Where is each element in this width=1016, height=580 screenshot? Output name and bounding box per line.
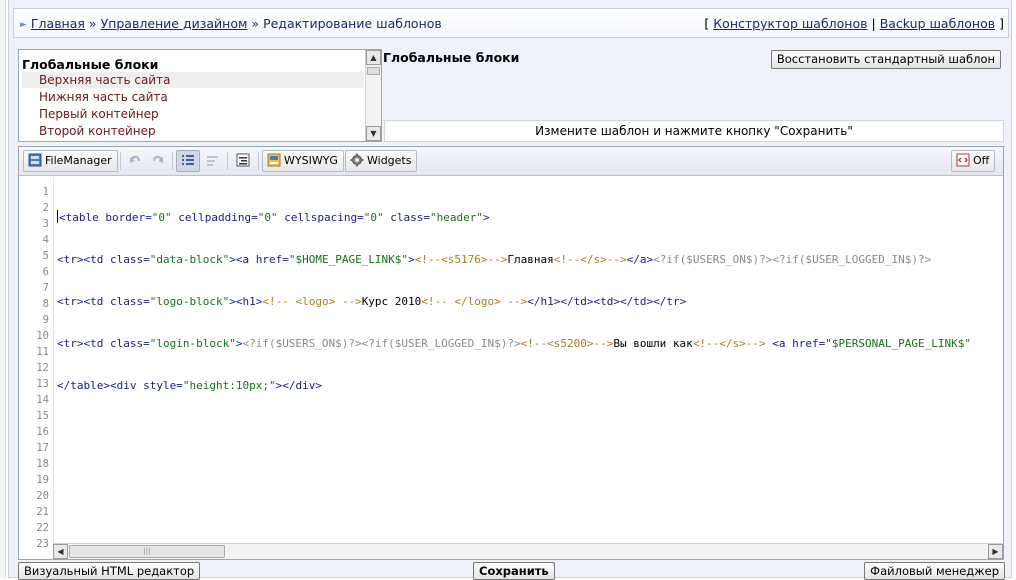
link-divider: | bbox=[871, 16, 876, 31]
gutter-divider bbox=[53, 177, 54, 543]
line-number: 19 bbox=[36, 474, 49, 486]
line-number: 20 bbox=[36, 490, 49, 502]
line-number: 10 bbox=[36, 330, 49, 342]
scroll-up-icon[interactable]: ▲ bbox=[366, 50, 381, 65]
breadcrumb-separator: » bbox=[251, 16, 260, 31]
block-item-container-1[interactable]: Первый контейнер bbox=[22, 106, 364, 122]
scroll-right-icon[interactable]: ▶ bbox=[988, 544, 1003, 559]
word-wrap-icon bbox=[207, 156, 218, 166]
line-number: 16 bbox=[36, 426, 49, 438]
breadcrumb-home-link[interactable]: Главная bbox=[31, 16, 85, 31]
code-off-icon bbox=[956, 153, 970, 167]
breadcrumb-separator: » bbox=[88, 16, 97, 31]
line-number: 22 bbox=[36, 522, 49, 534]
gear-icon bbox=[350, 153, 364, 167]
line-number: 3 bbox=[42, 218, 49, 230]
redo-icon bbox=[153, 155, 163, 163]
wysiwyg-label: WYSIWYG bbox=[284, 154, 338, 167]
breadcrumb-current: Редактирование шаблонов bbox=[263, 16, 442, 31]
block-item-top[interactable]: Верхняя часть сайта bbox=[22, 72, 364, 88]
breadcrumb-arrow-icon: ► bbox=[20, 20, 27, 30]
code-line: <tr><td class="logo-block"><h1><!-- <log… bbox=[57, 295, 687, 308]
editor-off-label: Off bbox=[973, 154, 990, 167]
line-number: 21 bbox=[36, 506, 49, 518]
line-number-gutter: 1 2 3 4 5 6 7 8 9 10 11 12 13 14 15 16 17 18 19 20 21 22 23 bbox=[19, 184, 53, 550]
toolbar-separator bbox=[258, 152, 259, 170]
block-list-scrollbar[interactable]: ▲ ▼ bbox=[365, 50, 381, 141]
line-number: 5 bbox=[42, 250, 49, 262]
code-horizontal-scrollbar[interactable]: ◀ ||| ▶ bbox=[53, 543, 1003, 559]
undo-icon bbox=[130, 155, 140, 163]
line-number: 8 bbox=[42, 298, 49, 310]
top-links: [ Конструктор шаблонов | Backup шаблонов… bbox=[704, 16, 1004, 31]
bracket-close: ] bbox=[999, 16, 1004, 31]
block-item-bottom[interactable]: Нижняя часть сайта bbox=[22, 89, 364, 105]
line-number: 17 bbox=[36, 442, 49, 454]
word-wrap-button[interactable] bbox=[202, 150, 224, 172]
template-editor-frame: ► Главная» Управление дизайном» Редактирова… bbox=[8, 0, 1012, 580]
toolbar-separator bbox=[172, 152, 173, 170]
line-number: 9 bbox=[42, 314, 49, 326]
code-line: <table border="0" cellpadding="0" cellsp… bbox=[57, 210, 490, 224]
horizontal-scroll-thumb[interactable]: ||| bbox=[69, 545, 225, 558]
code-line: <tr><td class="login-block"><?if($USERS_… bbox=[57, 337, 971, 350]
global-blocks-title: Глобальные блоки bbox=[22, 57, 159, 72]
line-number: 13 bbox=[36, 378, 49, 390]
code-line: <tr><td class="data-block"><a href="$HOM… bbox=[57, 253, 932, 266]
navigation-bar: ► Главная» Управление дизайном» Редактирова… bbox=[13, 8, 1009, 38]
code-editor: FileManager WYSIWYG Widgets Off 1 2 3 4 … bbox=[18, 146, 1004, 560]
wysiwyg-button[interactable]: WYSIWYG bbox=[262, 150, 344, 172]
line-number: 12 bbox=[36, 362, 49, 374]
line-number: 4 bbox=[42, 234, 49, 246]
filemanager-label: FileManager bbox=[45, 154, 112, 167]
restore-default-template-button[interactable]: Восстановить стандартный шаблон bbox=[770, 50, 1001, 69]
visual-html-editor-button[interactable]: Визуальный HTML редактор bbox=[18, 562, 201, 580]
scroll-down-icon[interactable]: ▼ bbox=[366, 126, 381, 141]
file-manager-button[interactable]: Файловый менеджер bbox=[864, 562, 1005, 580]
line-numbers-icon bbox=[182, 155, 194, 165]
breadcrumb: ► Главная» Управление дизайном» Редактирова… bbox=[20, 16, 442, 31]
filemanager-button[interactable]: FileManager bbox=[23, 150, 118, 172]
global-blocks-list[interactable]: Глобальные блоки Верхняя часть сайта Ниж… bbox=[18, 49, 382, 142]
widgets-button[interactable]: Widgets bbox=[345, 150, 418, 172]
redo-button[interactable] bbox=[147, 150, 169, 172]
toolbar-separator bbox=[227, 152, 228, 170]
line-number: 14 bbox=[36, 394, 49, 406]
template-backup-link[interactable]: Backup шаблонов bbox=[880, 16, 995, 31]
left-edge bbox=[0, 0, 6, 578]
block-item-container-2[interactable]: Второй контейнер bbox=[22, 123, 364, 139]
line-number: 11 bbox=[36, 346, 49, 358]
text-cursor bbox=[57, 210, 58, 223]
breadcrumb-design-link[interactable]: Управление дизайном bbox=[101, 16, 248, 31]
line-number: 2 bbox=[42, 202, 49, 214]
line-number: 7 bbox=[42, 282, 49, 294]
template-constructor-link[interactable]: Конструктор шаблонов bbox=[713, 16, 867, 31]
line-number: 23 bbox=[36, 538, 49, 550]
indent-icon bbox=[236, 153, 250, 167]
code-line: </table><div style="height:10px;"></div> bbox=[57, 379, 322, 392]
indent-button[interactable] bbox=[231, 150, 255, 172]
line-number: 15 bbox=[36, 410, 49, 422]
save-hint: Измените шаблон и нажмите кнопку "Сохран… bbox=[384, 120, 1004, 142]
bracket-open: [ bbox=[704, 16, 710, 31]
line-number: 6 bbox=[42, 266, 49, 278]
panel-title: Глобальные блоки bbox=[383, 50, 520, 65]
scroll-thumb[interactable] bbox=[367, 67, 380, 75]
save-button[interactable]: Сохранить bbox=[473, 562, 555, 580]
undo-button[interactable] bbox=[124, 150, 146, 172]
scroll-left-icon[interactable]: ◀ bbox=[53, 544, 68, 559]
widgets-label: Widgets bbox=[367, 154, 412, 167]
editor-off-button[interactable]: Off bbox=[951, 150, 996, 172]
filemanager-icon bbox=[28, 153, 42, 167]
line-number: 18 bbox=[36, 458, 49, 470]
line-number: 1 bbox=[42, 186, 49, 198]
line-numbers-toggle[interactable] bbox=[176, 150, 200, 172]
toolbar-separator bbox=[120, 152, 121, 170]
editor-toolbar: FileManager WYSIWYG Widgets Off bbox=[19, 147, 1003, 176]
code-area[interactable]: <table border="0" cellpadding="0" cellsp… bbox=[57, 184, 1001, 544]
wysiwyg-icon bbox=[267, 153, 281, 167]
